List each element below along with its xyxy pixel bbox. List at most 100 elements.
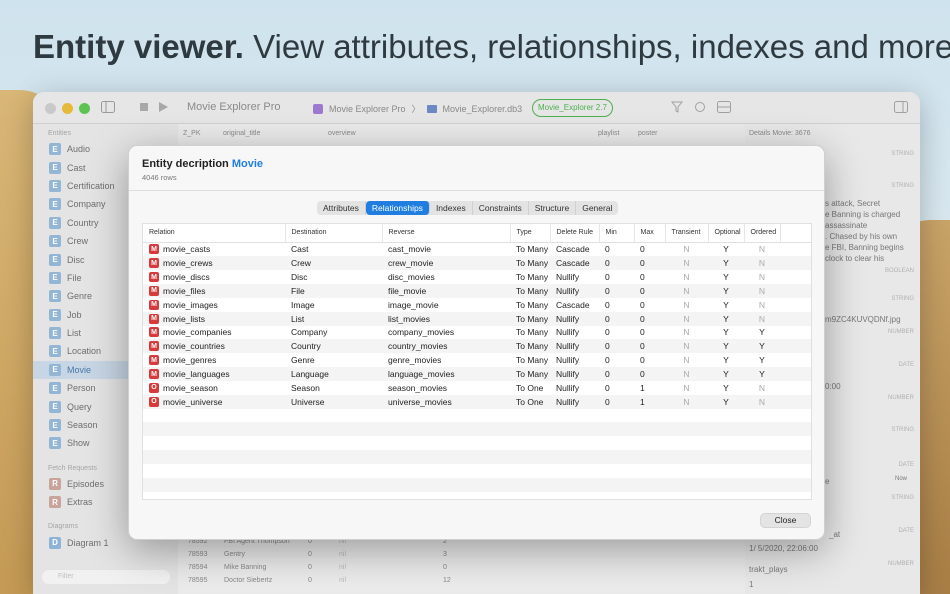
table-row[interactable]: Mmovie_crews Crew crew_movie To Many Cascade…: [143, 256, 811, 271]
tab-relationships[interactable]: Relationships: [365, 201, 430, 215]
column-header-delete-rule[interactable]: Delete Rule: [550, 224, 600, 243]
now-button[interactable]: Now: [895, 476, 907, 482]
table-row[interactable]: 78593 Gentry 0 nil 3: [183, 551, 463, 564]
field-type-label: NUMBER: [887, 395, 914, 401]
breadcrumb-file[interactable]: Movie_Explorer.db3: [443, 104, 523, 114]
column-header-min[interactable]: Min: [599, 224, 635, 243]
optional-cell: Y: [723, 382, 729, 393]
updated-value[interactable]: 1/ 5/2020, 22:06:00: [749, 544, 818, 553]
table-row[interactable]: Mmovie_images Image image_movie To Many Casc…: [143, 298, 811, 312]
tab-general[interactable]: General: [576, 201, 618, 215]
empty-cell: [382, 450, 510, 464]
empty-cell: [550, 464, 599, 478]
destination-cell: Image: [291, 299, 315, 310]
relation-cell: Mmovie_languages: [143, 367, 285, 381]
destination-cell: Universe: [285, 394, 382, 409]
relation-cell: Mmovie_lists: [143, 311, 285, 326]
grid-column-header[interactable]: original_title: [223, 130, 260, 137]
relation-cell: Mmovie_images: [143, 298, 285, 312]
column-header-reverse[interactable]: Reverse: [382, 224, 511, 243]
empty-cell: [382, 422, 510, 437]
table-row[interactable]: Mmovie_companies Company company_movies To …: [143, 326, 811, 340]
trakt-label: trakt_plays: [749, 565, 788, 574]
table-row[interactable]: Mmovie_casts Cast cast_movie To Many Cascade…: [143, 242, 811, 256]
transient-cell: N: [665, 394, 708, 409]
column-header-max[interactable]: Max: [634, 224, 666, 243]
breadcrumb-app[interactable]: Movie Explorer Pro: [329, 104, 406, 114]
zoom-window-button[interactable]: [79, 103, 90, 114]
field-type-label: STRING: [891, 495, 914, 501]
poster-value[interactable]: m9ZC4KUVQDNf.jpg: [825, 315, 901, 324]
grid-column-header[interactable]: poster: [638, 130, 657, 137]
overview-text-line: e Banning is charged: [825, 210, 901, 219]
to-many-icon: M: [149, 244, 159, 255]
empty-cell: [143, 464, 285, 478]
empty-cell: [143, 492, 285, 499]
column-header-destination[interactable]: Destination: [285, 224, 383, 243]
empty-cell: [599, 450, 634, 464]
sidebar-toggle-icon[interactable]: [101, 101, 115, 115]
close-window-button[interactable]: [45, 103, 56, 114]
table-row[interactable]: Mmovie_languages Language language_movies T…: [143, 367, 811, 381]
ordered-cell: N: [758, 244, 766, 255]
type-cell: To Many: [516, 272, 549, 283]
play-icon[interactable]: [156, 101, 170, 115]
grid-column-header[interactable]: playlist: [598, 130, 619, 137]
optional-cell: Y: [708, 367, 744, 381]
transient-cell: N: [683, 355, 690, 366]
column-header-type[interactable]: Type: [510, 224, 551, 243]
layout-icon[interactable]: [717, 101, 731, 115]
sidebar-item-label: Movie: [67, 364, 92, 375]
tab-structure[interactable]: Structure: [529, 201, 577, 215]
tab-indexes[interactable]: Indexes: [430, 201, 473, 215]
trakt-value[interactable]: 1: [749, 580, 753, 589]
table-row[interactable]: Mmovie_files File file_movie To Many Nullify…: [143, 284, 811, 298]
column-header-optional[interactable]: Optional: [708, 224, 745, 243]
refresh-icon[interactable]: [693, 101, 707, 115]
table-row[interactable]: 78594 Mike Banning 0 nil 0: [183, 564, 463, 577]
table-row[interactable]: Mmovie_discs Disc disc_movies To Many Nullif…: [143, 270, 811, 284]
inspector-toggle-icon[interactable]: [894, 101, 908, 115]
table-row[interactable]: Mmovie_lists List list_movies To Many Nullif…: [143, 311, 811, 326]
relation-cell: Mmovie_companies: [143, 326, 285, 340]
close-button[interactable]: Close: [760, 513, 811, 528]
relation-cell: Mmovie_files: [143, 284, 285, 298]
diagram-icon: D: [49, 536, 61, 549]
empty-row: [143, 477, 811, 492]
table-row[interactable]: Mmovie_genres Genre genre_movies To Many Nul…: [143, 353, 811, 367]
date-value[interactable]: 0:00: [825, 382, 841, 391]
grid-column-header[interactable]: overview: [328, 130, 356, 137]
empty-cell: [708, 436, 744, 450]
empty-cell: [665, 422, 708, 437]
empty-cell: [510, 422, 550, 437]
type-cell: To Many: [510, 256, 550, 271]
tab-attributes[interactable]: Attributes: [317, 201, 366, 215]
min-cell: 0: [605, 272, 610, 283]
to-many-icon: M: [149, 327, 159, 338]
sidebar-filter-input[interactable]: Filter: [42, 570, 170, 584]
minimize-window-button[interactable]: [62, 103, 73, 114]
dialog-entity-name: Movie: [231, 158, 264, 170]
table-row[interactable]: Omovie_season Season season_movies To One Nu…: [143, 381, 811, 395]
stop-icon[interactable]: [137, 101, 151, 115]
relation-name: movie_companies: [163, 327, 232, 338]
empty-cell: [780, 477, 811, 492]
table-row[interactable]: 78595 Doctor Siebertz 0 nil 12: [183, 577, 463, 590]
ordered-cell: N: [744, 311, 780, 326]
empty-cell: [143, 477, 285, 492]
tab-constraints[interactable]: Constraints: [473, 201, 529, 215]
empty-cell: [285, 477, 382, 492]
min-cell: 0: [599, 394, 634, 409]
reverse-cell: genre_movies: [388, 355, 442, 366]
table-row[interactable]: Omovie_universe Universe universe_movies To…: [143, 394, 811, 409]
column-header-relation[interactable]: Relation: [143, 224, 286, 243]
type-cell: To Many: [510, 339, 550, 354]
filter-icon[interactable]: [670, 101, 684, 115]
table-row[interactable]: Mmovie_countries Country country_movies To …: [143, 339, 811, 354]
column-header-ordered[interactable]: Ordered: [744, 224, 781, 243]
grid-column-header[interactable]: Z_PK: [183, 130, 201, 137]
entity-icon: E: [49, 308, 61, 321]
relation-name: movie_lists: [163, 313, 206, 324]
column-header-transient[interactable]: Transient: [665, 224, 709, 243]
row-count: 4046 rows: [142, 173, 177, 182]
